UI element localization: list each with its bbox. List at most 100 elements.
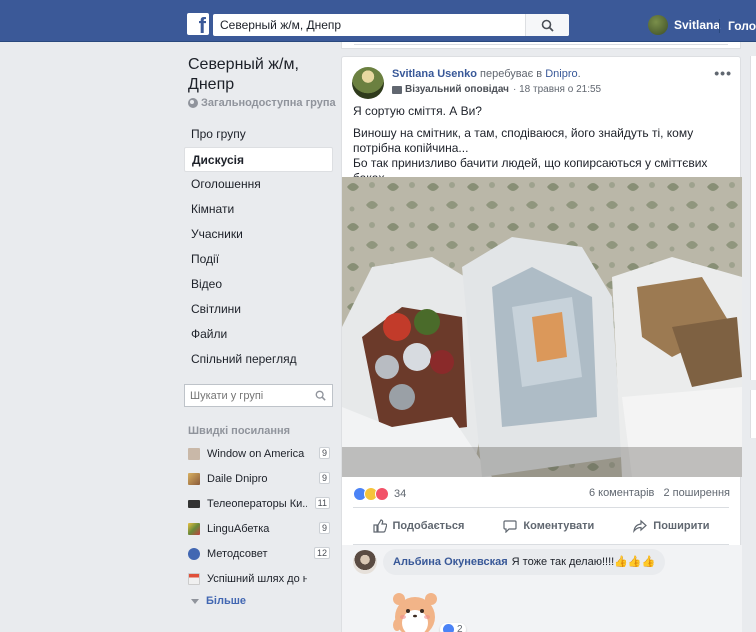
member-badge[interactable]: Візуальний оповідач bbox=[405, 84, 509, 95]
facebook-logo-icon[interactable]: f bbox=[187, 13, 209, 37]
globe-icon bbox=[188, 98, 198, 108]
top-bar: f Svitlana Голов bbox=[0, 0, 756, 42]
search-icon[interactable] bbox=[315, 390, 326, 401]
shortcut-label: Daile Dnipro bbox=[207, 472, 268, 485]
comment-button[interactable]: Коментувати bbox=[503, 519, 594, 533]
shortcut-count-badge: 9 bbox=[318, 522, 330, 534]
nav-item-files[interactable]: Файли bbox=[184, 322, 333, 347]
nav-item-rooms[interactable]: Кімнати bbox=[184, 197, 333, 222]
nav-item-members[interactable]: Учасники bbox=[184, 222, 333, 247]
home-link[interactable]: Голов bbox=[728, 19, 756, 33]
comment-author[interactable]: Альбина Окуневская bbox=[393, 556, 508, 568]
comment-reaction-count: 2 bbox=[457, 624, 463, 632]
reaction-count: 34 bbox=[394, 488, 407, 500]
post-location[interactable]: Dnipro bbox=[545, 68, 577, 80]
post-photo[interactable] bbox=[342, 177, 742, 477]
profile-name: Svitlana bbox=[674, 18, 721, 32]
search-input[interactable] bbox=[213, 14, 533, 36]
comment-label: Коментувати bbox=[523, 520, 595, 532]
group-photo-icon bbox=[188, 472, 200, 485]
avatar[interactable] bbox=[353, 550, 377, 574]
right-column-edge bbox=[750, 56, 756, 380]
comment-text: Я тоже так делаю!!!!👍👍👍 bbox=[511, 556, 656, 568]
comment-icon bbox=[503, 520, 518, 533]
shortcut-label: Методсовет bbox=[207, 547, 268, 560]
group-search-input[interactable] bbox=[185, 385, 305, 406]
divider bbox=[719, 19, 720, 33]
window-icon bbox=[188, 447, 200, 460]
shortcut-item[interactable]: Успішний шлях до нав... bbox=[188, 566, 330, 591]
group-privacy: Загальнодоступна група bbox=[188, 97, 336, 109]
shortcut-item[interactable]: Методсовет 12 bbox=[188, 541, 330, 566]
post-text-line: Я сортую сміття. А Ви? bbox=[353, 104, 482, 118]
comments-count[interactable]: 6 коментарів bbox=[589, 487, 654, 499]
profile-link[interactable]: Svitlana bbox=[648, 15, 720, 35]
nav-item-discussion[interactable]: Дискусія bbox=[184, 147, 333, 172]
shortcut-label: LinguAбетка bbox=[207, 522, 270, 535]
love-reaction-icon bbox=[375, 487, 389, 501]
shortcut-count-badge: 9 bbox=[318, 472, 330, 484]
nav-item-announcements[interactable]: Оголошення bbox=[184, 172, 333, 197]
search-button[interactable] bbox=[525, 14, 569, 36]
nav-item-photos[interactable]: Світлини bbox=[184, 297, 333, 322]
search-bar[interactable] bbox=[213, 14, 569, 36]
post-text-line: Виношу на смітник, а там, сподіваюся, йо… bbox=[353, 126, 694, 155]
post-card: Svitlana Usenko перебуває в Dnipro. Візу… bbox=[341, 56, 742, 632]
badge-icon bbox=[392, 85, 402, 94]
shortcut-count-badge: 12 bbox=[313, 547, 330, 559]
comments-section: Альбина Окуневская Я тоже так делаю!!!!👍👍… bbox=[342, 545, 742, 632]
post-action-text: перебуває в bbox=[476, 68, 546, 80]
like-reaction-icon bbox=[443, 624, 454, 632]
chevron-down-icon bbox=[191, 598, 199, 604]
post-location-suffix: . bbox=[577, 68, 581, 80]
more-options-icon[interactable]: ••• bbox=[714, 65, 732, 81]
shortcut-item[interactable]: Window on America ... 9 bbox=[188, 441, 330, 466]
comment-reactions[interactable]: 2 bbox=[440, 623, 466, 632]
trash-bags-photo bbox=[342, 177, 742, 477]
avatar bbox=[648, 15, 668, 35]
calendar-icon bbox=[188, 572, 200, 585]
share-label: Поширити bbox=[653, 520, 710, 532]
share-icon bbox=[633, 519, 648, 533]
nav-item-about[interactable]: Про групу bbox=[184, 122, 333, 147]
shortcut-label: Телеоператоры Ки... bbox=[207, 497, 307, 510]
people-icon bbox=[188, 547, 200, 560]
shares-count[interactable]: 2 поширення bbox=[663, 487, 730, 499]
previous-post-card bbox=[341, 42, 741, 49]
post-header: Svitlana Usenko перебуває в Dnipro. bbox=[392, 68, 581, 80]
nav-item-watch-party[interactable]: Спільний перегляд bbox=[184, 347, 333, 372]
camera-icon bbox=[188, 499, 200, 508]
share-button[interactable]: Поширити bbox=[633, 519, 709, 533]
like-button[interactable]: Подобається bbox=[372, 519, 465, 533]
hamster-sticker bbox=[387, 585, 443, 632]
reactions-summary[interactable]: 34 bbox=[353, 487, 406, 501]
post-author[interactable]: Svitlana Usenko bbox=[392, 68, 477, 80]
post-date[interactable]: 18 травня о 21:55 bbox=[519, 84, 601, 95]
more-label: Більше bbox=[206, 595, 246, 607]
group-search[interactable] bbox=[184, 384, 333, 407]
post-actions: Подобається Коментувати Поширити bbox=[353, 508, 729, 544]
shortcut-item[interactable]: Daile Dnipro 9 bbox=[188, 466, 330, 491]
nav-item-events[interactable]: Події bbox=[184, 247, 333, 272]
search-icon bbox=[541, 19, 554, 32]
privacy-label: Загальнодоступна група bbox=[201, 97, 336, 109]
shortcut-item[interactable]: Телеоператоры Ки... 11 bbox=[188, 491, 330, 516]
comment-bubble: Альбина Окуневская Я тоже так делаю!!!!👍👍… bbox=[383, 549, 666, 575]
avatar[interactable] bbox=[352, 67, 384, 99]
lingua-icon bbox=[188, 522, 200, 535]
post-subheader: Візуальний оповідач · 18 травня о 21:55 bbox=[392, 84, 601, 95]
shortcut-label: Успішний шлях до нав... bbox=[207, 572, 307, 585]
thumbs-up-icon bbox=[372, 519, 387, 533]
shortcut-count-badge: 9 bbox=[318, 447, 330, 459]
shortcuts-list: Window on America ... 9 Daile Dnipro 9 Т… bbox=[188, 441, 330, 611]
shortcut-label: Window on America ... bbox=[207, 447, 307, 460]
nav-item-videos[interactable]: Відео bbox=[184, 272, 333, 297]
like-label: Подобається bbox=[392, 520, 465, 532]
shortcut-count-badge: 11 bbox=[314, 497, 330, 509]
more-link[interactable]: Більше bbox=[188, 591, 330, 611]
group-title[interactable]: Северный ж/м, Днепр bbox=[188, 55, 338, 95]
post-stats: 6 коментарів 2 поширення bbox=[583, 487, 730, 499]
shortcut-item[interactable]: LinguAбетка 9 bbox=[188, 516, 330, 541]
group-nav: Про групу Дискусія Оголошення Кімнати Уч… bbox=[184, 122, 333, 372]
right-column-edge bbox=[750, 390, 756, 438]
